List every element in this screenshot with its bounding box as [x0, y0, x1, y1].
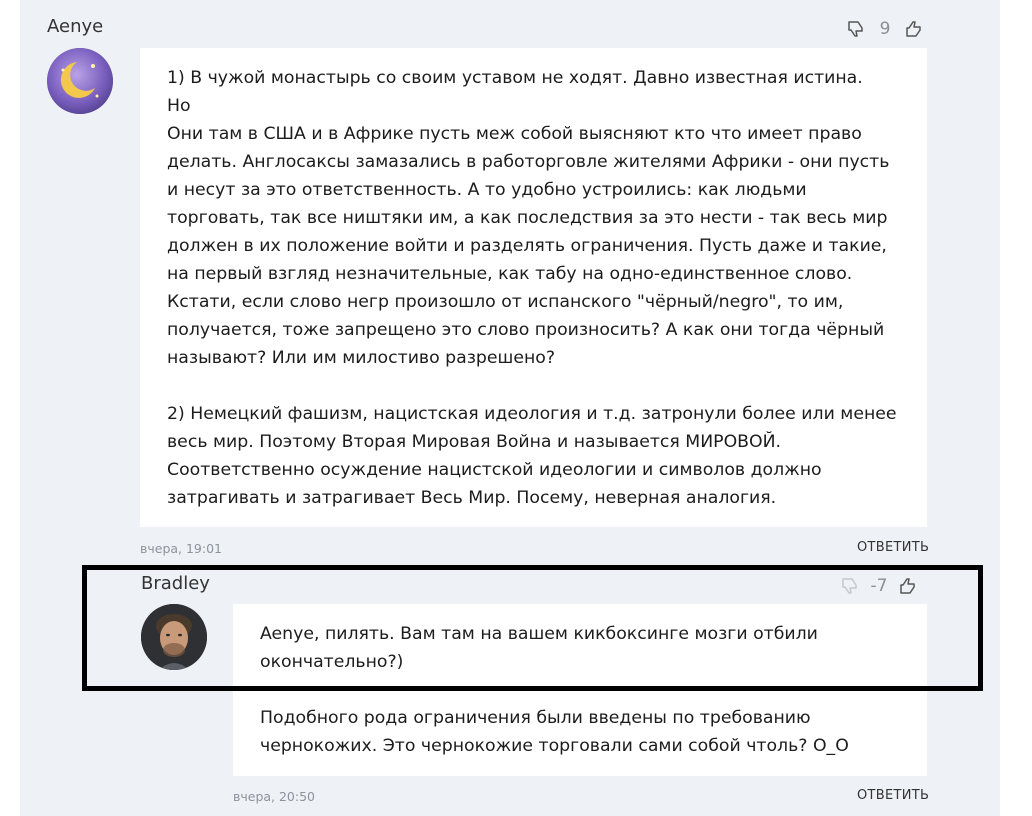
comment-paragraph: Подобного рода ограничения были введены … [260, 708, 849, 756]
comment-author[interactable]: Aenye [47, 16, 103, 37]
thumbs-down-icon[interactable] [840, 576, 860, 596]
comment-paragraph: Кстати, если слово негр произошло от исп… [167, 292, 885, 368]
comment-paragraph: Но [167, 96, 191, 116]
rating-controls: -7 [840, 575, 918, 597]
comment-body: Aenye, пилять. Вам там на вашем кикбокси… [233, 604, 927, 776]
avatar[interactable] [141, 604, 207, 670]
comment-timestamp: вчера, 20:50 [233, 789, 316, 804]
avatar[interactable] [47, 48, 113, 114]
thumbs-down-icon[interactable] [846, 19, 866, 39]
portrait-avatar-image [141, 604, 207, 670]
reply-button[interactable]: ОТВЕТИТЬ [857, 788, 929, 803]
rating-value: -7 [870, 576, 888, 596]
reply-button[interactable]: ОТВЕТИТЬ [857, 540, 929, 555]
comment-paragraph: Aenye, пилять. Вам там на вашем кикбокси… [260, 624, 818, 672]
comment-body: 1) В чужой монастырь со своим уставом не… [140, 48, 927, 527]
comment-paragraph: Они там в США и в Африке пусть меж собой… [167, 124, 890, 284]
comment-timestamp: вчера, 19:01 [140, 541, 223, 556]
comment-paragraph: 1) В чужой монастырь со своим уставом не… [167, 68, 863, 88]
comment-author[interactable]: Bradley [141, 573, 210, 594]
comment-paragraph: 2) Немецкий фашизм, нацистская идеология… [167, 404, 897, 508]
rating-value: 9 [879, 19, 891, 39]
moon-avatar-image [47, 48, 113, 114]
thumbs-up-icon[interactable] [904, 19, 924, 39]
thumbs-up-icon[interactable] [898, 576, 918, 596]
rating-controls: 9 [846, 18, 924, 40]
